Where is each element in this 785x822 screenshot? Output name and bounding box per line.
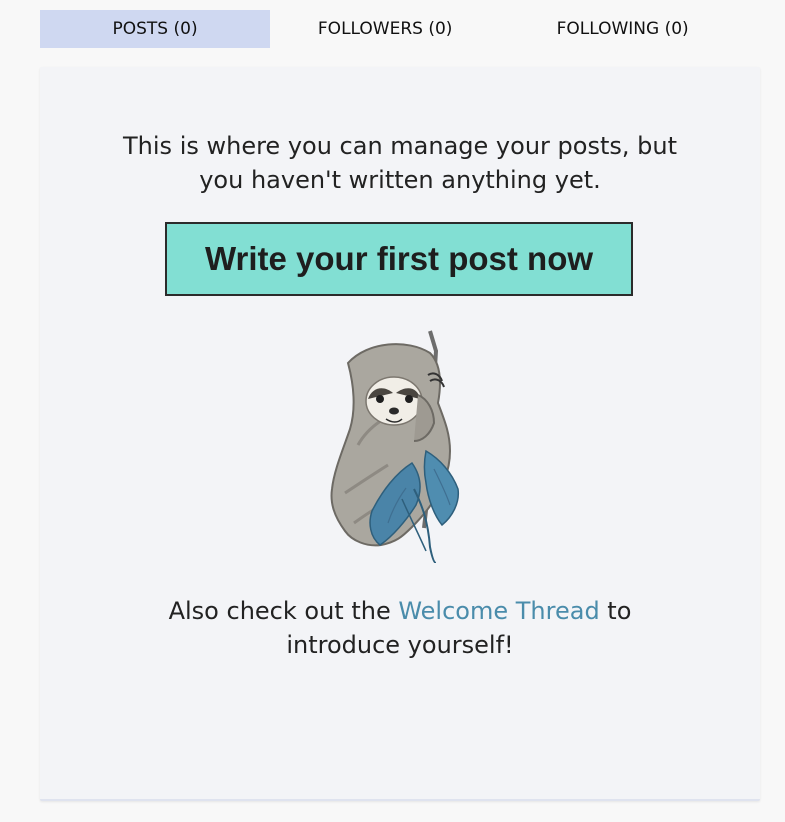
welcome-thread-link[interactable]: Welcome Thread <box>398 597 599 625</box>
tab-followers[interactable]: FOLLOWERS (0) <box>270 10 500 48</box>
empty-posts-card: This is where you can manage your posts,… <box>40 67 760 801</box>
profile-tabs: POSTS (0) FOLLOWERS (0) FOLLOWING (0) <box>40 10 745 48</box>
tab-following[interactable]: FOLLOWING (0) <box>500 10 745 48</box>
welcome-thread-message: Also check out the Welcome Thread to int… <box>110 594 690 662</box>
write-first-post-button[interactable]: Write your first post now <box>165 222 633 296</box>
sloth-with-leaves-icon <box>330 330 460 563</box>
empty-state-message: This is where you can manage your posts,… <box>123 132 677 194</box>
tab-posts[interactable]: POSTS (0) <box>40 10 271 48</box>
footer-prefix: Also check out the <box>168 597 399 625</box>
